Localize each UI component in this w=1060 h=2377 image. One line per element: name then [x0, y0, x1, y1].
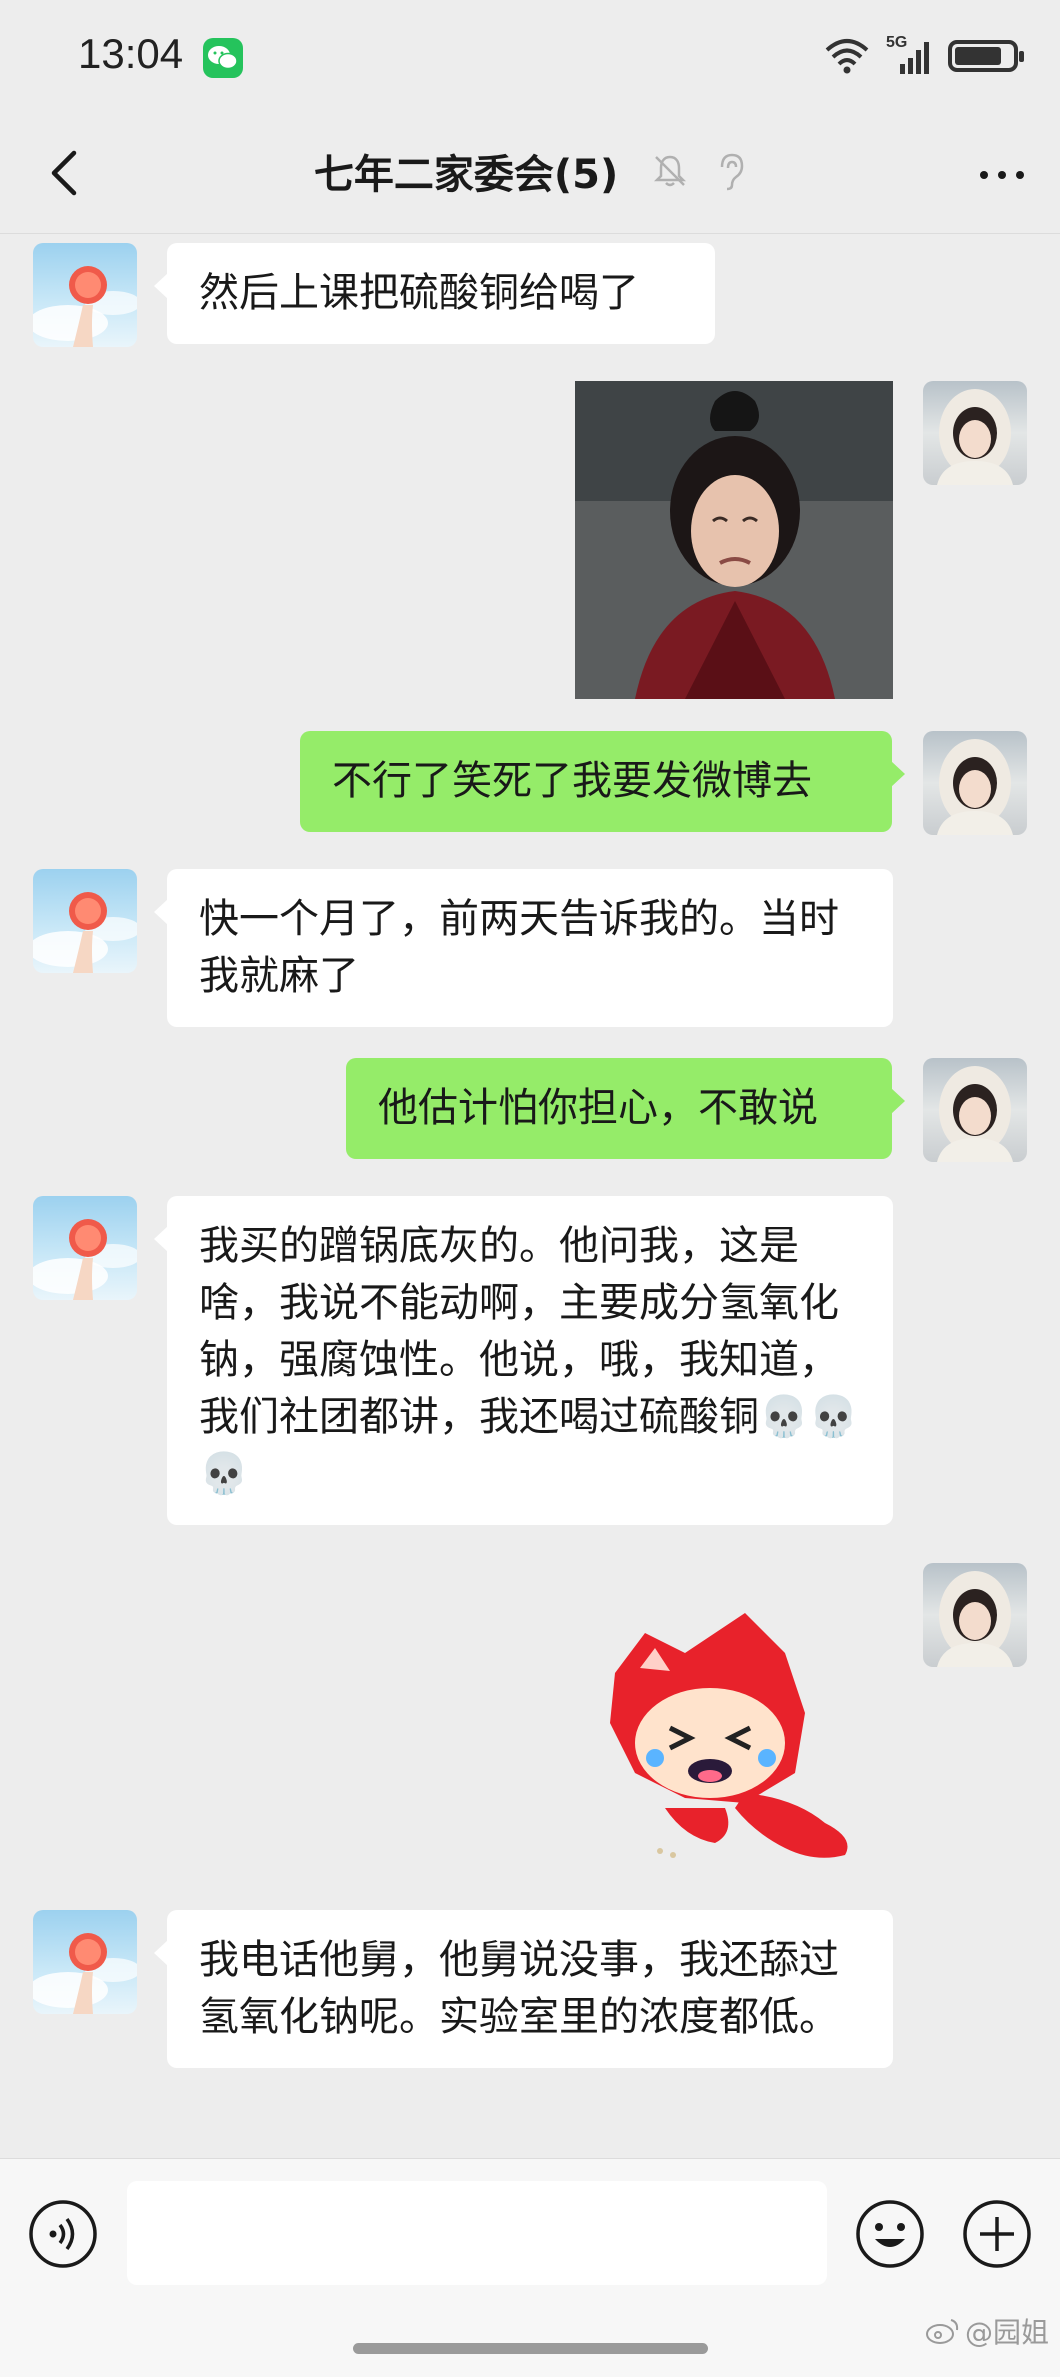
message-bubble[interactable]: 我电话他舅，他舅说没事，我还舔过氢氧化钠呢。实验室里的浓度都低。: [154, 1910, 893, 2068]
wifi-icon: [825, 39, 869, 74]
message-list[interactable]: 然后上课把硫酸铜给喝了 不行了笑死了我要发微博去 快一个月了，前两天告诉我的。当…: [0, 233, 1060, 2158]
message-input[interactable]: [127, 2181, 827, 2285]
weibo-watermark: @园姐: [925, 2311, 1049, 2351]
my-avatar[interactable]: [923, 381, 1027, 485]
wechat-notification-icon: [203, 38, 243, 78]
message-bubble[interactable]: 不行了笑死了我要发微博去: [300, 731, 905, 832]
message-text: 然后上课把硫酸铜给喝了: [199, 270, 639, 316]
voice-icon[interactable]: [28, 2199, 98, 2269]
message-text: 我电话他舅，他舅说没事，我还舔过氢氧化钠呢。实验室里的浓度都低。: [199, 1937, 839, 2040]
chat-title-area[interactable]: 七年二家委会(5): [0, 142, 1060, 200]
message-text: 快一个月了，前两天告诉我的。当时我就麻了: [199, 896, 839, 999]
chat-header: 七年二家委会(5): [0, 115, 1060, 234]
message-bubble[interactable]: 快一个月了，前两天告诉我的。当时我就麻了: [154, 869, 893, 1027]
earpiece-icon: [720, 153, 744, 191]
message-text: 不行了笑死了我要发微博去: [332, 758, 812, 804]
message-bubble[interactable]: 然后上课把硫酸铜给喝了: [154, 243, 715, 344]
fox-sticker[interactable]: [595, 1593, 880, 1878]
status-icons: 5G: [824, 34, 1024, 78]
signal-icon: 5G: [886, 34, 932, 76]
more-icon[interactable]: [972, 145, 1032, 205]
chat-title: 七年二家委会(5): [313, 152, 619, 198]
battery-icon: [948, 40, 1024, 72]
my-avatar[interactable]: [923, 1563, 1027, 1667]
meme-image[interactable]: [575, 381, 893, 699]
message-text: 我买的蹭锅底灰的。他问我，这是啥，我说不能动啊，主要成分氢氧化钠，强腐蚀性。他说…: [199, 1223, 859, 1497]
home-indicator[interactable]: [353, 2343, 708, 2354]
watermark-text: @园姐: [965, 2316, 1050, 2349]
my-avatar[interactable]: [923, 1058, 1027, 1162]
input-bar: @园姐: [0, 2158, 1060, 2377]
message-bubble[interactable]: 我买的蹭锅底灰的。他问我，这是啥，我说不能动啊，主要成分氢氧化钠，强腐蚀性。他说…: [154, 1196, 893, 1525]
message-bubble[interactable]: 他估计怕你担心，不敢说: [346, 1058, 905, 1159]
contact-avatar[interactable]: [33, 869, 137, 973]
plus-icon[interactable]: [962, 2199, 1032, 2269]
weibo-icon: [926, 2319, 959, 2344]
status-time: 13:04: [78, 30, 184, 77]
status-bar: 13:04 5G: [0, 0, 1060, 115]
contact-avatar[interactable]: [33, 1196, 137, 1300]
contact-avatar[interactable]: [33, 1910, 137, 2014]
my-avatar[interactable]: [923, 731, 1027, 835]
mute-icon: [654, 155, 687, 187]
contact-avatar[interactable]: [33, 243, 137, 347]
emoji-icon[interactable]: [855, 2199, 925, 2269]
message-text: 他估计怕你担心，不敢说: [378, 1085, 818, 1131]
